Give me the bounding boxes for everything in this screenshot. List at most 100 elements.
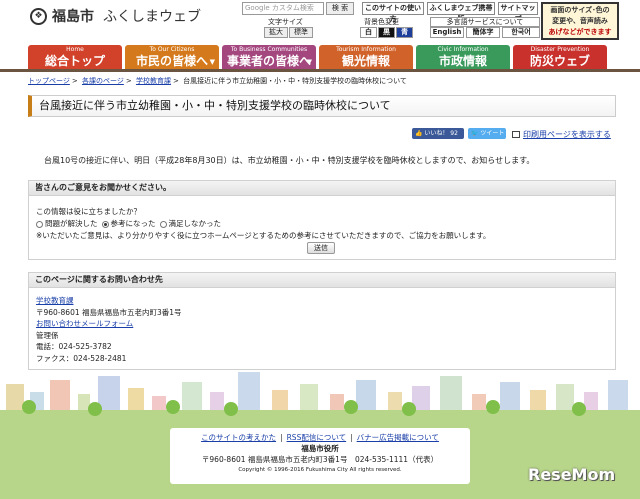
tree	[344, 400, 358, 414]
option-label: 満足しなかった	[168, 219, 222, 228]
radio-button[interactable]	[36, 220, 43, 228]
print-page-link[interactable]: 印刷用ページを表示する	[512, 129, 611, 140]
radio-button-selected[interactable]	[101, 220, 109, 228]
nav-home[interactable]: Home 総合トップ	[28, 45, 122, 69]
bg-blue-button[interactable]: 青	[396, 27, 413, 38]
footer-link-policy[interactable]: このサイトの考えかた	[201, 433, 276, 442]
submit-button[interactable]: 送信	[307, 242, 335, 254]
contact-address: 〒960-8601 福島県福島市五老内町3番1号	[36, 307, 182, 317]
nav-ja-label: 事業者の皆様へ	[226, 54, 311, 68]
tree	[486, 400, 500, 414]
announcement-text: 台風10号の接近に伴い、明日（平成28年8月30日）は、市立幼稚園・小・中・特別…	[44, 156, 535, 165]
building	[272, 390, 288, 410]
survey-note: ※いただいたご意見は、より分かりやすく役に立つホームページとするための参考にさせ…	[36, 231, 491, 240]
building	[584, 392, 598, 410]
nav-tourism[interactable]: Tourism Information 観光情報	[319, 45, 413, 69]
site-logo[interactable]: ❖ 福島市 ふくしまウェブ	[30, 6, 201, 26]
nav-en-label: To Our Citizens	[149, 46, 195, 53]
building	[182, 382, 202, 410]
chevron-down-icon: ▼	[209, 58, 215, 66]
nav-civic[interactable]: Civic Information 市政情報	[416, 45, 510, 69]
city-emblem-icon: ❖	[30, 7, 47, 25]
multilingual-info-link[interactable]: 多言語サービスについて	[430, 17, 540, 27]
building	[356, 380, 376, 410]
facebook-like-button[interactable]: 👍 いいね！ 92	[412, 128, 464, 139]
building	[440, 376, 462, 410]
tree	[166, 400, 180, 414]
global-nav: Home 総合トップ To Our Citizens 市民の皆様へ ▼ To B…	[28, 45, 640, 69]
survey-option-unsatisfied[interactable]: 満足しなかった	[159, 218, 222, 229]
site-footer: このサイトの考えかた | RSS配信について | バナー広告掲載について 福島市役所 〒…	[170, 428, 470, 484]
sitemap-button[interactable]: サイトマップ	[498, 2, 538, 23]
breadcrumb: トップページ > 各課のページ > 学校教育課 > 台風接近に伴う市立幼稚園・小・中・…	[28, 77, 407, 85]
lang-english-button[interactable]: English	[430, 27, 464, 38]
building	[500, 382, 520, 410]
contact-phone: 電話：024-525-3782	[36, 342, 112, 351]
nav-ja-label: 市民の皆様へ	[135, 54, 208, 68]
nav-en-label: Civic Information	[437, 46, 489, 53]
nav-en-label: Tourism Information	[336, 46, 396, 53]
tree	[572, 402, 586, 416]
footer-link-banner-ads[interactable]: バナー広告掲載について	[357, 433, 439, 442]
building	[238, 372, 260, 410]
text-size-enlarge-button[interactable]: 拡大	[264, 27, 288, 38]
footer-links: このサイトの考えかた | RSS配信について | バナー広告掲載について	[201, 433, 439, 442]
like-label: いいね！ 92	[424, 130, 458, 137]
footer-link-rss[interactable]: RSS配信について	[287, 433, 347, 442]
lang-chinese-button[interactable]: 簡体字	[466, 27, 500, 38]
logo-city-name: 福島市	[52, 9, 94, 25]
survey-question: この情報は役に立ちましたか？	[36, 207, 141, 216]
survey-option-solved[interactable]: 問題が解決した	[36, 218, 98, 229]
search-button[interactable]: 検 索	[326, 2, 354, 15]
building	[530, 390, 546, 410]
tree	[88, 402, 102, 416]
breadcrumb-link[interactable]: 各課のページ	[82, 77, 124, 85]
building	[98, 376, 120, 410]
text-size-standard-button[interactable]: 標準	[289, 27, 313, 38]
dept-link[interactable]: 学校教育課	[36, 296, 74, 305]
nav-ja-label: 観光情報	[341, 54, 390, 68]
mobile-site-button[interactable]: ふくしまウェブ携帯版	[427, 2, 495, 23]
site-usage-button[interactable]: このサイトの使い方	[362, 2, 424, 23]
bg-black-button[interactable]: 黒	[378, 27, 395, 38]
footer-address: 〒960-8601 福島県福島市五老内町3番1号 024-535-1111（代表…	[201, 455, 439, 464]
site-header: ❖ 福島市 ふくしまウェブ Google カスタム検索 検 索 このサイトの使い…	[0, 0, 640, 44]
accessibility-banner[interactable]: 画面のサイズ･色の 変更や、音声読み あげなどができます	[541, 2, 619, 40]
nav-en-label: Disaster Prevention	[530, 46, 590, 53]
nav-disaster[interactable]: Disaster Prevention 防災ウェブ	[513, 45, 607, 69]
tree	[224, 402, 238, 416]
footer-org: 福島市役所	[301, 444, 339, 453]
lang-korean-button[interactable]: 한국어	[502, 27, 540, 38]
breadcrumb-link[interactable]: 学校教育課	[136, 77, 171, 85]
contact-info: 学校教育課 〒960-8601 福島県福島市五老内町3番1号 お問い合わせメール…	[36, 295, 182, 364]
contact-form-link[interactable]: お問い合わせメールフォーム	[36, 319, 133, 328]
building	[128, 388, 144, 410]
survey-option-helpful[interactable]: 参考になった	[101, 218, 156, 229]
tweet-button[interactable]: 🐦 ツイート	[468, 128, 506, 139]
building	[300, 384, 318, 410]
survey-heading: 皆さんのご意見をお聞かせください。	[28, 180, 616, 196]
nav-citizens[interactable]: To Our Citizens 市民の皆様へ ▼	[125, 45, 219, 69]
banner-line: 画面のサイズ･色の	[550, 6, 610, 14]
option-label: 問題が解決した	[45, 219, 98, 228]
breadcrumb-link[interactable]: トップページ	[28, 77, 70, 85]
contact-fax: ファクス：024-528-2481	[36, 353, 127, 363]
nav-divider	[0, 69, 640, 72]
building	[152, 396, 166, 410]
tweet-label: ツイート	[480, 130, 505, 137]
option-label: 参考になった	[110, 219, 156, 228]
search-input[interactable]: Google カスタム検索	[242, 2, 324, 15]
text-size-label: 文字サイズ	[268, 18, 303, 26]
print-label: 印刷用ページを表示する	[523, 130, 611, 139]
nav-ja-label: 市政情報	[438, 54, 487, 68]
bg-white-button[interactable]: 白	[360, 27, 377, 38]
page-title: 台風接近に伴う市立幼稚園・小・中・特別支援学校の臨時休校について	[39, 99, 391, 112]
breadcrumb-current: 台風接近に伴う市立幼稚園・小・中・特別支援学校の臨時休校について	[183, 77, 407, 85]
footer-copyright: Copyright © 1996-2016 Fukushima City All…	[238, 467, 402, 473]
radio-button[interactable]	[159, 220, 167, 228]
building	[210, 392, 224, 410]
building	[388, 392, 402, 410]
nav-business[interactable]: To Business Communities 事業者の皆様へ ▼	[222, 45, 316, 69]
nav-en-label: To Business Communities	[230, 46, 308, 53]
watermark-logo: ReseMom	[528, 465, 616, 484]
